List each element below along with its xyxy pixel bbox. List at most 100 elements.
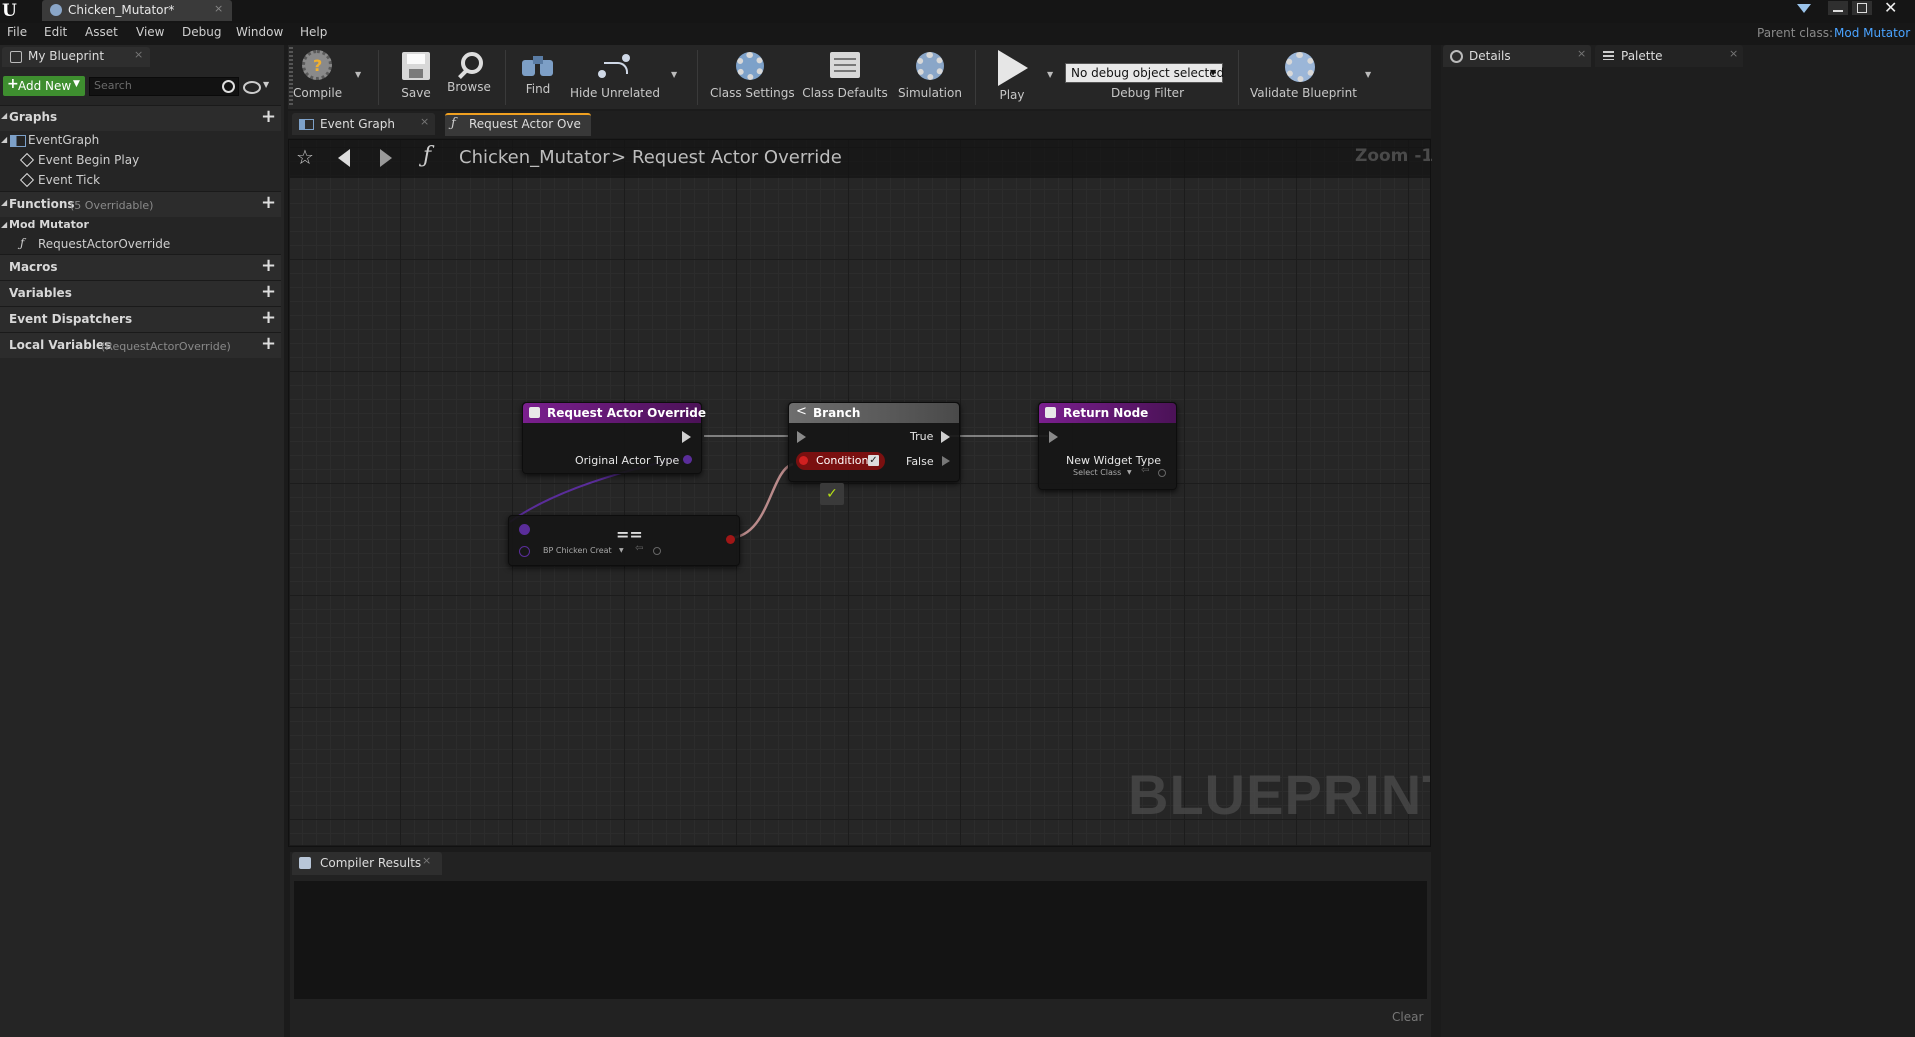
exec-in-pin-icon[interactable] [1049, 431, 1058, 443]
palette-icon [1603, 51, 1614, 60]
favorite-star-icon[interactable]: ☆ [296, 145, 314, 169]
class-out-pin-icon[interactable] [683, 455, 692, 464]
event-begin-play-item[interactable]: Event Begin Play [38, 153, 139, 167]
clear-button[interactable]: Clear [1392, 1010, 1423, 1024]
my-blueprint-tab[interactable]: My Blueprint × [2, 47, 150, 67]
forward-arrow-icon[interactable] [380, 149, 392, 167]
view-options-chevron-icon[interactable]: ▼ [263, 80, 269, 89]
close-panel-icon[interactable]: × [134, 48, 143, 61]
compile-button[interactable]: ? Compile [293, 48, 342, 100]
class-select-dropdown[interactable]: BP Chicken Creat [543, 546, 612, 555]
document-tab[interactable]: Chicken_Mutator* × [42, 0, 232, 21]
collapse-arrow-icon[interactable]: ◢ [1, 220, 7, 229]
details-tab-label: Details [1469, 49, 1511, 63]
condition-pin[interactable]: Condition ✓ [796, 452, 885, 470]
event-tick-item[interactable]: Event Tick [38, 173, 100, 187]
browse-asset-icon[interactable] [653, 547, 661, 555]
simulation-button[interactable]: Simulation [898, 48, 962, 100]
exec-in-pin-icon[interactable] [797, 431, 806, 443]
use-asset-icon[interactable]: ⇦ [1141, 465, 1149, 476]
equal-class-node[interactable]: == BP Chicken Creat ▼ ⇦ [508, 515, 740, 566]
true-pin-label: True [910, 430, 934, 443]
collapse-arrow-icon[interactable]: ◢ [1, 111, 7, 120]
request-actor-override-node[interactable]: Request Actor Override Original Actor Ty… [522, 402, 706, 474]
toolbar-separator [975, 50, 976, 105]
details-content [1443, 67, 1913, 1035]
back-arrow-icon[interactable] [338, 149, 350, 167]
play-button[interactable]: Play [988, 48, 1036, 102]
menu-file[interactable]: File [7, 25, 27, 39]
event-graph-item[interactable]: EventGraph [28, 133, 99, 147]
menu-debug[interactable]: Debug [182, 25, 221, 39]
class-defaults-button[interactable]: Class Defaults [802, 48, 888, 100]
mod-mutator-category[interactable]: Mod Mutator [9, 218, 89, 231]
compiler-results-tab[interactable]: Compiler Results × [292, 852, 442, 875]
branch-node[interactable]: < Branch True Condition ✓ False [788, 402, 960, 482]
menu-view[interactable]: View [136, 25, 164, 39]
menu-help[interactable]: Help [300, 25, 327, 39]
add-variable-icon[interactable]: + [261, 281, 276, 302]
search-input[interactable]: Search [89, 77, 239, 96]
function-tab-icon: ƒ [451, 116, 456, 131]
class-select-dropdown[interactable]: Select Class [1073, 468, 1121, 477]
functions-overridable-note: (5 Overridable) [70, 199, 154, 212]
compiler-results-log[interactable] [294, 881, 1427, 999]
collapse-arrow-icon[interactable]: ◢ [1, 135, 7, 144]
menu-asset[interactable]: Asset [85, 25, 118, 39]
play-options-chevron-icon[interactable]: ▼ [1047, 70, 1053, 79]
bool-out-pin-icon[interactable] [726, 535, 735, 544]
maximize-icon[interactable] [1852, 1, 1872, 15]
class-in-pin-icon[interactable] [519, 546, 530, 557]
parent-class-link[interactable]: Mod Mutator [1834, 26, 1910, 40]
validate-chevron-icon[interactable]: ▼ [1365, 70, 1371, 79]
close-tab-icon[interactable]: × [420, 115, 429, 128]
local-variables-note: (RequestActorOverride) [101, 340, 231, 353]
exec-out-pin-icon[interactable] [682, 431, 691, 443]
use-asset-icon[interactable]: ⇦ [635, 543, 643, 554]
save-button[interactable]: Save [396, 48, 436, 100]
add-new-button[interactable]: + Add New ▼ [3, 76, 85, 96]
class-in-pin-icon[interactable] [519, 524, 530, 535]
add-graph-icon[interactable]: + [261, 106, 276, 127]
palette-tab[interactable]: Palette × [1595, 45, 1743, 67]
validate-blueprint-button[interactable]: Validate Blueprint [1250, 48, 1357, 100]
window-close-icon[interactable]: ✕ [1884, 0, 1897, 17]
class-settings-button[interactable]: Class Settings [710, 48, 795, 100]
breadcrumb-root[interactable]: Chicken_Mutator [459, 147, 610, 168]
minimize-icon[interactable] [1828, 1, 1848, 15]
dispatchers-section-title: Event Dispatchers [9, 312, 133, 326]
tab-request-actor-override[interactable]: ƒ Request Actor Ove [445, 113, 591, 136]
source-control-icon[interactable] [1797, 4, 1811, 13]
condition-checkbox[interactable]: ✓ [868, 455, 879, 466]
details-tab[interactable]: Details × [1443, 45, 1591, 67]
browse-asset-icon[interactable] [1158, 469, 1166, 477]
add-macro-icon[interactable]: + [261, 255, 276, 276]
close-tab-icon[interactable]: × [1577, 47, 1586, 60]
view-options-icon[interactable] [243, 81, 261, 94]
find-button[interactable]: Find [518, 48, 558, 96]
menu-window[interactable]: Window [236, 25, 283, 39]
compile-options-chevron-icon[interactable]: ▼ [355, 70, 361, 79]
document-tab-title: Chicken_Mutator* [68, 3, 175, 17]
debug-object-select[interactable]: No debug object selected ▼ [1065, 63, 1224, 83]
parent-class-label: Parent class: [1757, 26, 1834, 40]
close-tab-icon[interactable]: × [214, 2, 223, 15]
add-local-variable-icon[interactable]: + [261, 333, 276, 354]
hide-unrelated-chevron-icon[interactable]: ▼ [671, 70, 677, 79]
hide-unrelated-button[interactable]: Hide Unrelated [570, 48, 660, 100]
collapse-arrow-icon[interactable]: ◢ [1, 198, 7, 207]
return-node[interactable]: Return Node New Widget Type Select Class… [1038, 402, 1177, 490]
request-actor-override-item[interactable]: RequestActorOverride [38, 237, 170, 251]
add-function-icon[interactable]: + [261, 192, 276, 213]
menu-edit[interactable]: Edit [44, 25, 67, 39]
exec-out-pin-icon[interactable] [941, 431, 950, 443]
close-tab-icon[interactable]: × [1729, 47, 1738, 60]
add-dispatcher-icon[interactable]: + [261, 307, 276, 328]
condition-pin-label: Condition [816, 454, 869, 467]
browse-button[interactable]: Browse [446, 48, 492, 94]
close-tab-icon[interactable]: × [422, 854, 431, 867]
tab-event-graph[interactable]: Event Graph × [292, 113, 435, 135]
exec-out-pin-icon[interactable] [942, 456, 950, 466]
breadcrumb-current[interactable]: Request Actor Override [632, 147, 842, 168]
graph-canvas[interactable]: Request Actor Override Original Actor Ty… [290, 140, 1431, 845]
